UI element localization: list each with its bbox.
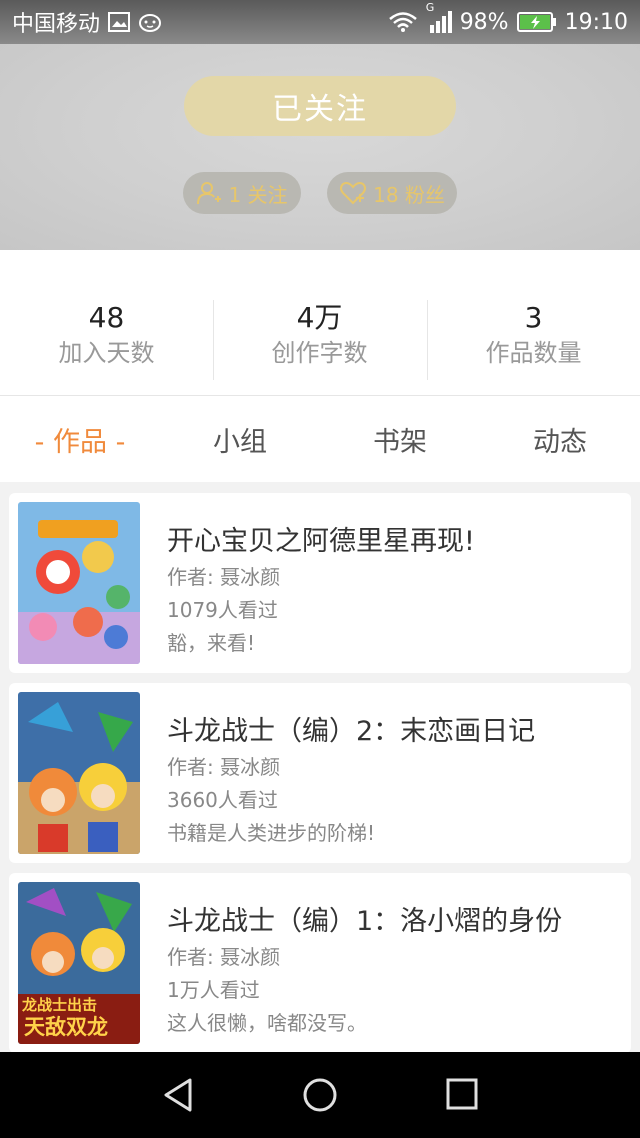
- system-nav-bar: [0, 1052, 640, 1138]
- tab-bookshelf[interactable]: 书架: [320, 396, 480, 482]
- stat-works-count: 3 作品数量: [427, 300, 640, 380]
- wifi-icon: [388, 11, 418, 33]
- book-cover-image: [18, 692, 140, 854]
- profile-tabs: - 作品 - 小组 书架 动态: [0, 396, 640, 482]
- stat-join-days: 48 加入天数: [0, 300, 213, 380]
- stat-word-count: 4万 创作字数: [213, 300, 426, 380]
- profile-header: 已关注 1 关注 18 粉丝: [0, 44, 640, 250]
- book-cover-image: [18, 502, 140, 664]
- work-views: 1万人看过: [167, 978, 260, 1002]
- status-bar: 中国移动 G 98% 19:10: [0, 0, 640, 44]
- signal-icon: G: [426, 1, 452, 33]
- following-count-button[interactable]: 1 关注: [183, 172, 301, 214]
- clock: 19:10: [564, 9, 628, 35]
- work-card[interactable]: 斗龙战士（编）2：末恋画日记 作者: 聂冰颜 3660人看过 书籍是人类进步的阶…: [9, 683, 631, 863]
- stat-label: 加入天数: [58, 339, 155, 367]
- back-icon[interactable]: [162, 1077, 194, 1113]
- work-views: 1079人看过: [167, 598, 278, 622]
- stat-label: 作品数量: [485, 339, 582, 367]
- cover-line-1: 龙战士出击: [21, 996, 97, 1014]
- fans-label: 18 粉丝: [373, 182, 445, 207]
- work-title: 斗龙战士（编）2：末恋画日记: [167, 716, 536, 747]
- stat-label: 创作字数: [271, 339, 368, 367]
- home-icon[interactable]: [302, 1077, 338, 1113]
- stat-value: 48: [88, 301, 125, 334]
- book-cover-image: 龙战士出击 天敌双龙: [18, 882, 140, 1044]
- tab-activity[interactable]: 动态: [480, 396, 640, 482]
- stat-value: 4万: [296, 301, 343, 334]
- work-author: 作者: 聂冰颜: [167, 565, 281, 589]
- battery-charging-icon: [516, 11, 557, 33]
- work-description: 这人很懒，啥都没写。: [167, 1011, 367, 1035]
- work-views: 3660人看过: [167, 788, 278, 812]
- stats-bar: 48 加入天数 4万 创作字数 3 作品数量: [0, 250, 640, 396]
- following-label: 1 关注: [228, 182, 288, 207]
- work-card[interactable]: 龙战士出击 天敌双龙 斗龙战士（编）1：洛小熠的身份 作者: 聂冰颜 1万人看过…: [9, 873, 631, 1053]
- work-title: 斗龙战士（编）1：洛小熠的身份: [167, 906, 563, 937]
- followed-button[interactable]: 已关注: [184, 76, 456, 136]
- carrier-label: 中国移动: [12, 12, 101, 37]
- tab-works[interactable]: - 作品 -: [0, 396, 160, 482]
- work-author: 作者: 聂冰颜: [167, 945, 281, 969]
- cat-icon: [138, 12, 162, 32]
- image-icon: [108, 12, 131, 32]
- tab-groups[interactable]: 小组: [160, 396, 320, 482]
- network-type: G: [425, 1, 435, 14]
- work-description: 豁，来看!: [167, 631, 256, 655]
- cover-line-2: 天敌双龙: [24, 1015, 108, 1039]
- stat-value: 3: [524, 301, 543, 334]
- work-author: 作者: 聂冰颜: [167, 755, 281, 779]
- work-card[interactable]: 开心宝贝之阿德里星再现! 作者: 聂冰颜 1079人看过 豁，来看!: [9, 493, 631, 673]
- recents-icon[interactable]: [446, 1078, 478, 1110]
- heart-icon: [339, 181, 367, 205]
- battery-percent: 98%: [459, 9, 509, 35]
- work-description: 书籍是人类进步的阶梯!: [167, 821, 376, 845]
- work-title: 开心宝贝之阿德里星再现!: [167, 526, 475, 557]
- fans-count-button[interactable]: 18 粉丝: [327, 172, 457, 214]
- user-add-icon: [196, 180, 222, 206]
